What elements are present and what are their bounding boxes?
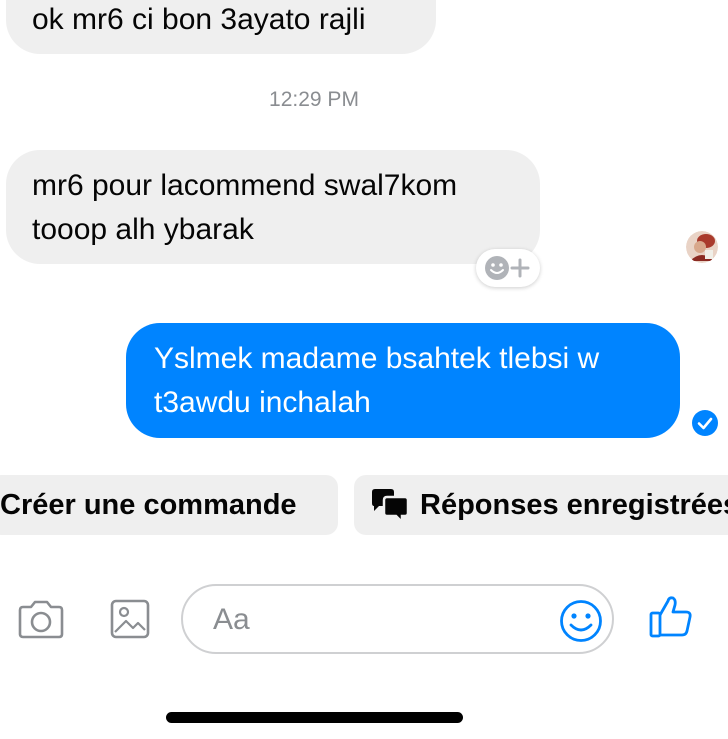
chat-bubbles-icon: [372, 489, 410, 524]
avatar: [686, 231, 718, 263]
home-indicator[interactable]: [166, 712, 463, 723]
like-button[interactable]: [647, 594, 695, 645]
emoji-icon: [560, 600, 602, 642]
thumbs-up-icon: [649, 596, 692, 638]
quick-reply-label: Réponses enregistrées: [420, 489, 728, 521]
quick-reply-create-order[interactable]: Créer une commande: [0, 475, 338, 535]
message-incoming[interactable]: ok mr6 ci bon 3ayato rajli: [6, 0, 436, 54]
read-receipt: [692, 410, 718, 436]
image-icon: [110, 599, 150, 639]
emoji-button[interactable]: [559, 599, 603, 648]
checkmark-icon: [692, 410, 718, 436]
message-text: ok mr6 ci bon 3ayato rajli: [32, 3, 366, 36]
message-text: mr6 pour lacommend swal7kom tooop alh yb…: [32, 169, 458, 246]
timestamp: 12:29 PM: [269, 88, 359, 111]
camera-icon: [18, 600, 64, 639]
gallery-button[interactable]: [110, 599, 150, 644]
quick-reply-label: Créer une commande: [0, 489, 297, 521]
message-text: Yslmek madame bsahtek tlebsi w t3awdu in…: [154, 342, 600, 419]
message-composer[interactable]: [181, 584, 614, 654]
add-reaction-button[interactable]: [476, 249, 540, 287]
quick-reply-saved-replies[interactable]: Réponses enregistrées: [354, 475, 728, 535]
camera-button[interactable]: [16, 599, 66, 646]
message-outgoing[interactable]: Yslmek madame bsahtek tlebsi w t3awdu in…: [126, 323, 680, 438]
message-incoming[interactable]: mr6 pour lacommend swal7kom tooop alh yb…: [6, 150, 540, 264]
avatar-image: [686, 231, 718, 263]
message-input[interactable]: [211, 598, 545, 642]
add-reaction-icon: [485, 256, 530, 280]
